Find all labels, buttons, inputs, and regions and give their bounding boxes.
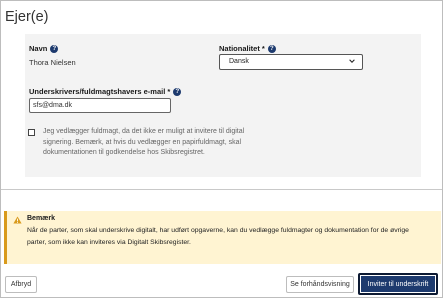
nationality-label-row: Nationalitet * ? <box>219 44 276 53</box>
name-label: Navn <box>29 44 48 53</box>
nationality-label: Nationalitet * <box>219 44 265 53</box>
owner-section: Ejer(e) Navn ? Thora Nielsen Nationalite… <box>1 1 442 189</box>
owner-card: Navn ? Thora Nielsen Nationalitet * ? Da… <box>25 34 421 177</box>
name-label-row: Navn ? <box>29 44 59 53</box>
notice-title: Bemærk <box>27 215 56 222</box>
email-label: Underskrivers/fuldmagtshavers e-mail * <box>29 87 171 96</box>
preview-button[interactable]: Se forhåndsvisning <box>286 276 354 293</box>
notice-body: Når de parter, som skal underskrive digi… <box>27 227 409 246</box>
help-icon[interactable]: ? <box>173 87 182 96</box>
attach-proxy-checkbox[interactable] <box>28 129 35 136</box>
section-title: Ejer(e) <box>5 9 49 25</box>
help-icon[interactable]: ? <box>267 44 276 53</box>
invite-to-sign-button[interactable]: Inviter til underskrift <box>358 273 438 295</box>
email-field[interactable]: sfs@dma.dk <box>29 98 171 113</box>
cancel-button[interactable]: Afbryd <box>5 276 37 293</box>
nationality-value: Dansk <box>229 58 249 65</box>
section-divider <box>1 189 442 190</box>
help-icon[interactable]: ? <box>50 44 59 53</box>
chevron-down-icon <box>349 59 355 63</box>
attach-proxy-label: Jeg vedlægger fuldmagt, da det ikke er m… <box>43 128 245 156</box>
dialog-footer: Afbryd Se forhåndsvisning Inviter til un… <box>1 270 442 297</box>
notice-box: Bemærk Når de parter, som skal underskri… <box>4 211 441 264</box>
warning-icon <box>13 216 22 224</box>
email-label-row: Underskrivers/fuldmagtshavers e-mail * ? <box>29 87 182 96</box>
nationality-select[interactable]: Dansk <box>219 54 363 70</box>
name-value: Thora Nielsen <box>29 58 76 67</box>
